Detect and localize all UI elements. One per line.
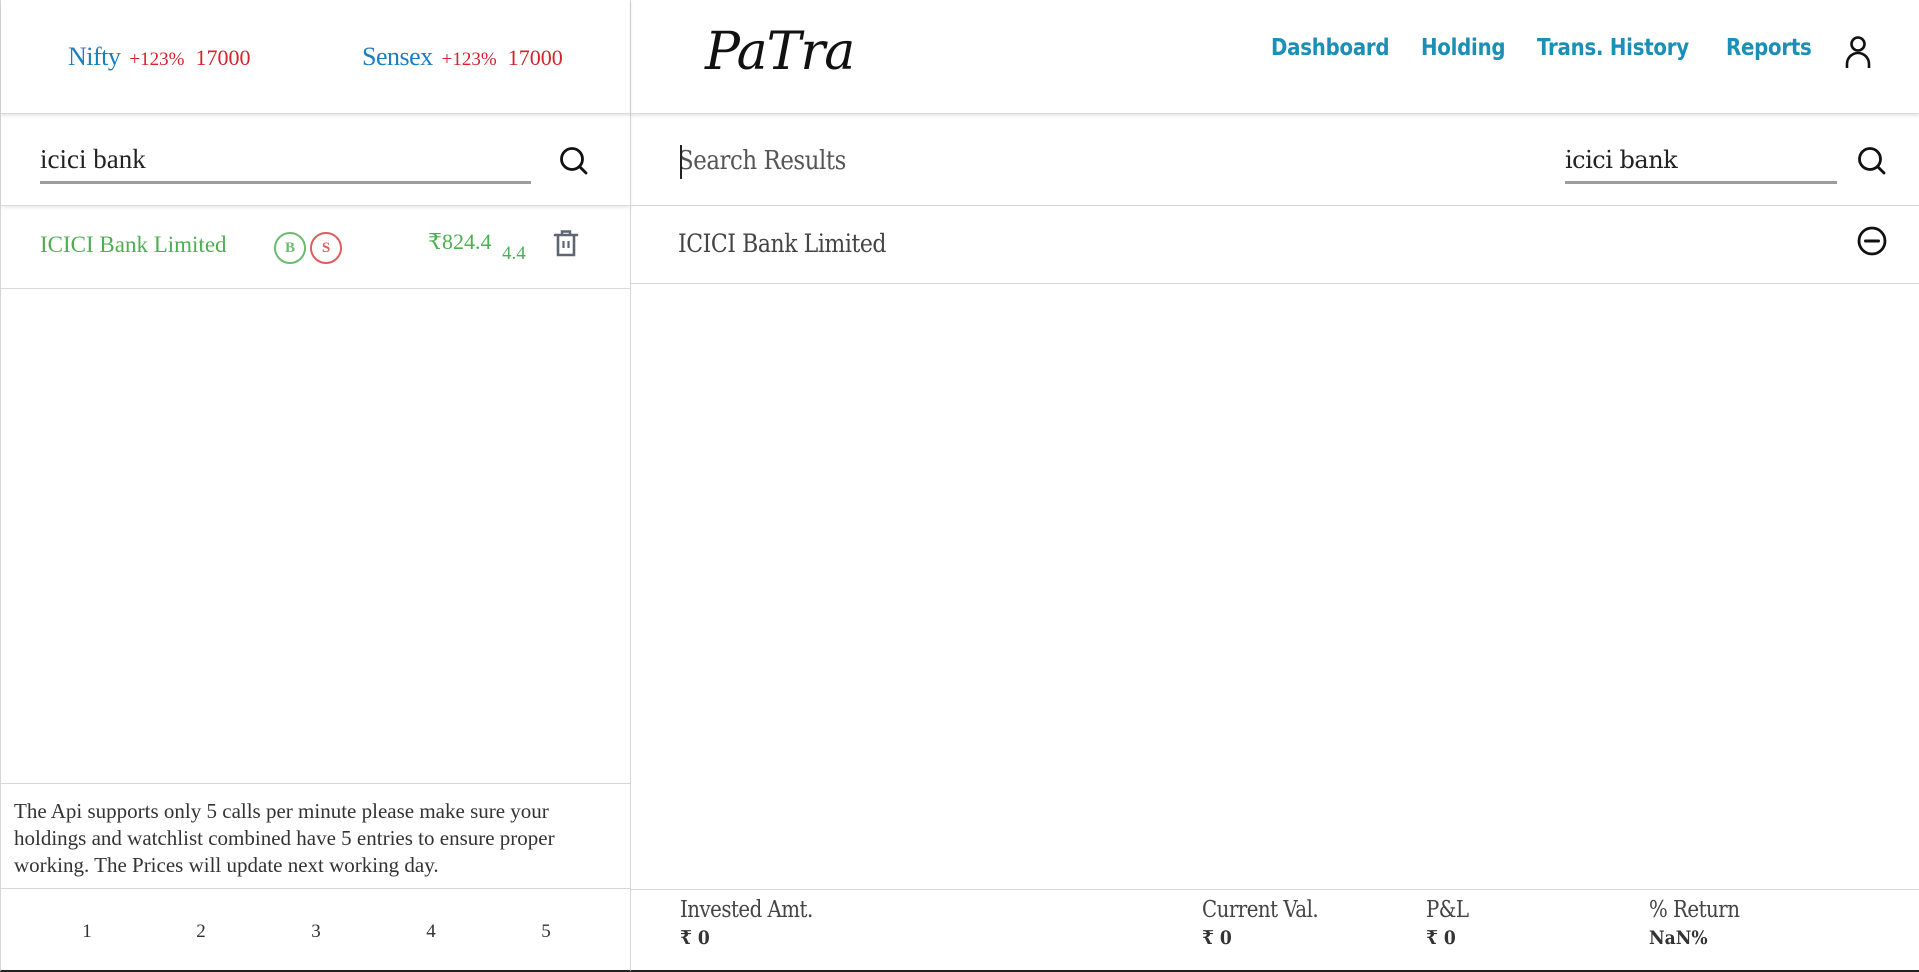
search-results-header: Search Results (631, 114, 1919, 206)
text-cursor (680, 145, 682, 179)
ticker-value: 17000 (195, 45, 251, 70)
summary-return: % Return NaN% (1649, 897, 1754, 949)
pnl-value: ₹ 0 (1426, 927, 1456, 949)
return-value: NaN% (1649, 927, 1708, 949)
stock-price: ₹824.4 (428, 229, 492, 254)
stock-change: 4.4 (502, 243, 526, 264)
summary-pnl: P&L ₹ 0 (1426, 897, 1475, 949)
portfolio-summary: Invested Amt. ₹ 0 Current Val. ₹ 0 P&L ₹… (631, 889, 1919, 970)
watchlist-pagination: 1 2 3 4 5 (1, 889, 631, 970)
current-value: ₹ 0 (1202, 927, 1232, 949)
summary-invested: Invested Amt. ₹ 0 (680, 897, 834, 949)
invested-label: Invested Amt. (680, 897, 813, 923)
app-logo[interactable]: PaTra (705, 22, 855, 82)
ticker-value: 17000 (507, 45, 563, 70)
nav-holding[interactable]: Holding (1421, 35, 1506, 61)
search-icon[interactable] (557, 144, 591, 178)
nav-reports[interactable]: Reports (1726, 35, 1812, 61)
watchlist-panel: Nifty +123% 17000 Sensex +123% 17000 ICI… (0, 0, 631, 972)
ticker-change: +123% (441, 49, 497, 70)
search-results-title: Search Results (678, 146, 846, 176)
minus-circle-icon[interactable] (1855, 224, 1889, 258)
ticker-name: Nifty (68, 42, 121, 71)
watchlist-search-input[interactable] (40, 144, 531, 184)
ticker-sensex: Sensex +123% 17000 (362, 42, 563, 72)
summary-current: Current Val. ₹ 0 (1202, 897, 1337, 949)
pnl-label: P&L (1426, 897, 1469, 923)
return-label: % Return (1649, 897, 1740, 923)
watchlist-search (1, 114, 631, 206)
search-result-item[interactable]: ICICI Bank Limited (631, 207, 1919, 284)
page-4[interactable]: 4 (416, 921, 446, 943)
ticker-change: +123% (129, 49, 185, 70)
ticker-nifty: Nifty +123% 17000 (68, 42, 250, 72)
stock-name[interactable]: ICICI Bank Limited (40, 232, 227, 258)
page-2[interactable]: 2 (186, 921, 216, 943)
nav-dashboard[interactable]: Dashboard (1271, 35, 1390, 61)
page-5[interactable]: 5 (531, 921, 561, 943)
api-notice: The Api supports only 5 calls per minute… (1, 783, 631, 889)
current-label: Current Val. (1202, 897, 1319, 923)
trash-icon[interactable] (550, 227, 582, 259)
watchlist-item[interactable]: ICICI Bank Limited B S ₹824.4 4.4 (1, 207, 631, 289)
invested-value: ₹ 0 (680, 927, 710, 949)
search-icon[interactable] (1855, 144, 1889, 178)
page-3[interactable]: 3 (301, 921, 331, 943)
result-stock-name[interactable]: ICICI Bank Limited (678, 229, 887, 258)
results-search-input[interactable] (1565, 144, 1837, 184)
buy-button[interactable]: B (274, 232, 306, 264)
user-icon[interactable] (1842, 34, 1874, 72)
index-ticker: Nifty +123% 17000 Sensex +123% 17000 (1, 0, 631, 114)
top-navbar: PaTra Dashboard Holding Trans. History R… (631, 0, 1919, 114)
page-1[interactable]: 1 (72, 921, 102, 943)
ticker-name: Sensex (362, 42, 433, 71)
nav-trans-history[interactable]: Trans. History (1537, 35, 1689, 61)
sell-button[interactable]: S (310, 232, 342, 264)
